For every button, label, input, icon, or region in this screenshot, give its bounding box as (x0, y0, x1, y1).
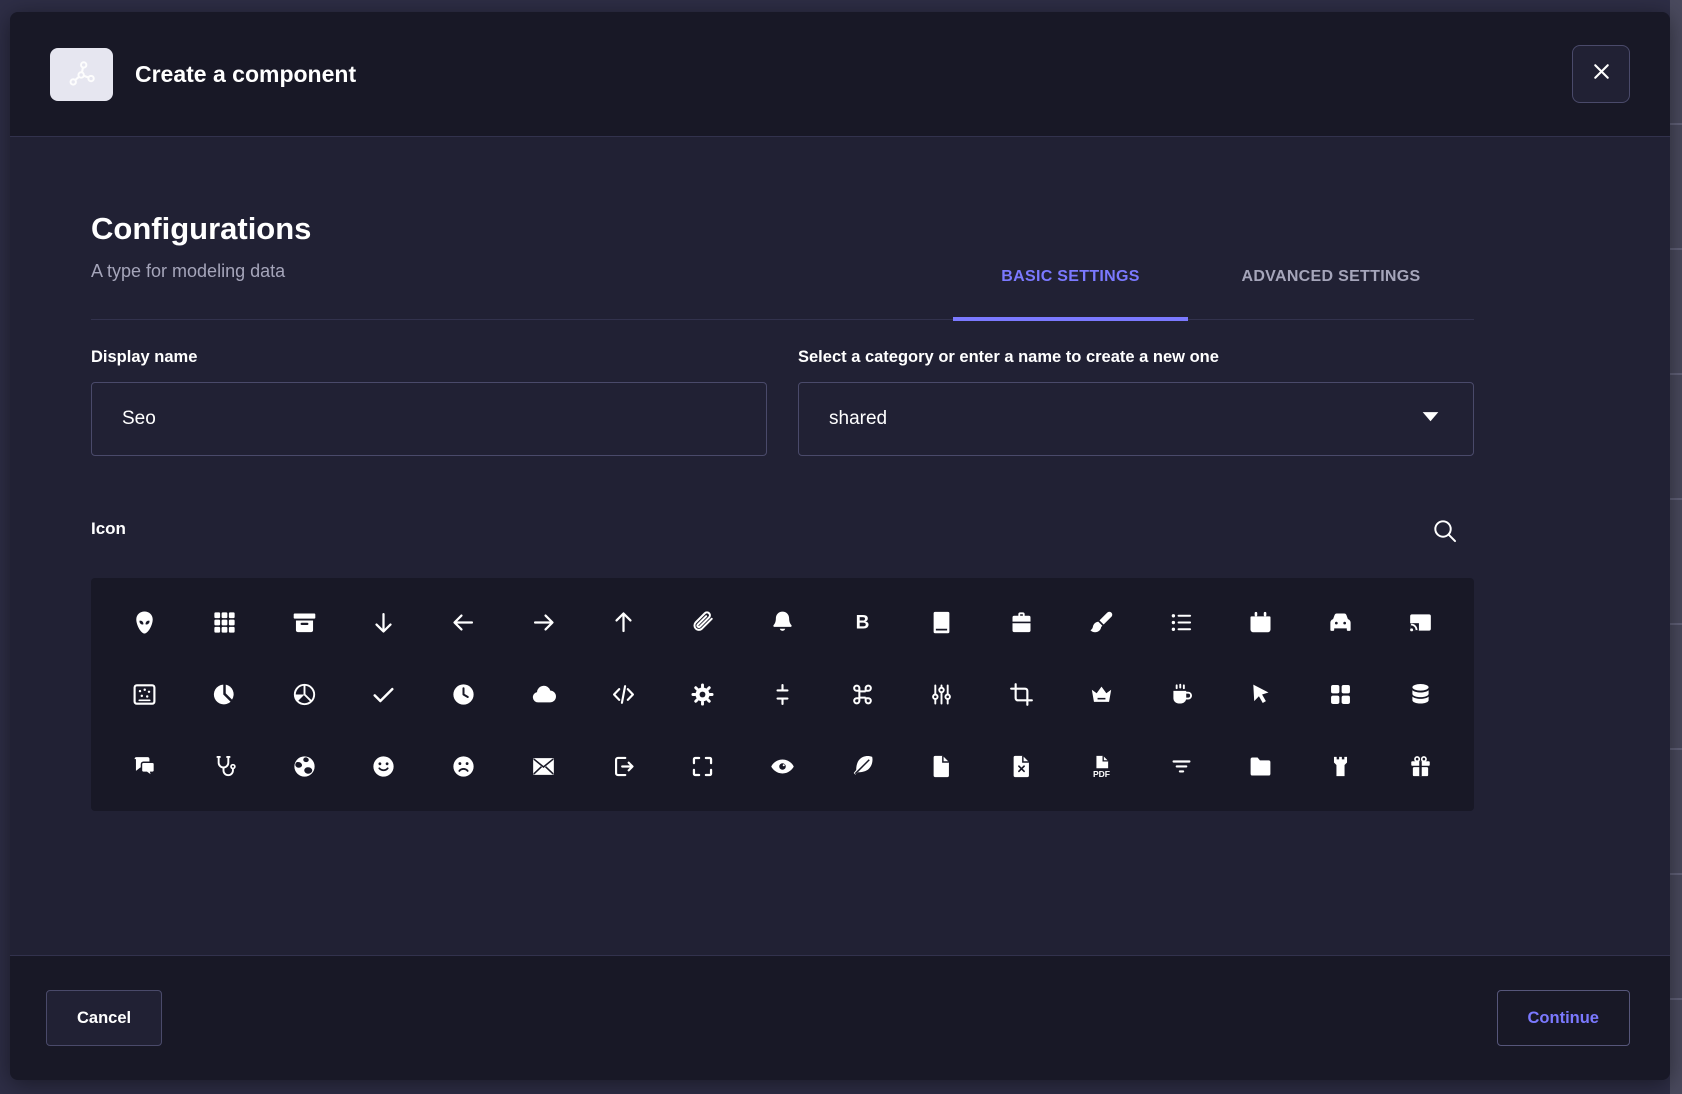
tab-basic-settings-label: BASIC SETTINGS (1001, 268, 1139, 286)
category-select-value: shared (829, 408, 1418, 430)
folder-icon[interactable] (1221, 731, 1301, 803)
create-component-modal: Create a component Configurations A type… (10, 12, 1670, 1080)
cast-icon[interactable] (1380, 586, 1460, 658)
apps-icon[interactable] (185, 586, 265, 658)
calendar-icon[interactable] (1221, 586, 1301, 658)
eye-icon[interactable] (743, 731, 823, 803)
modal-header: Create a component (10, 12, 1670, 137)
gate-icon[interactable] (1301, 731, 1381, 803)
component-icon (50, 48, 113, 101)
filter-icon[interactable] (1141, 731, 1221, 803)
cursor-icon[interactable] (1221, 658, 1301, 730)
page-subtitle: A type for modeling data (91, 261, 285, 282)
alien-icon[interactable] (105, 586, 185, 658)
cog-icon[interactable] (663, 658, 743, 730)
settings-tabs: BASIC SETTINGS ADVANCED SETTINGS (953, 233, 1474, 320)
expand-icon[interactable] (663, 731, 743, 803)
file-pdf-icon[interactable]: PDF (1061, 731, 1141, 803)
briefcase-icon[interactable] (982, 586, 1062, 658)
arrow-right-icon[interactable] (504, 586, 584, 658)
close-icon (1589, 59, 1614, 89)
envelop-icon[interactable] (504, 731, 584, 803)
archive-icon[interactable] (264, 586, 344, 658)
close-button[interactable] (1572, 45, 1630, 103)
discuss-icon[interactable] (105, 731, 185, 803)
chart-bubble-icon[interactable] (105, 658, 185, 730)
dashboard-icon[interactable] (1301, 658, 1381, 730)
tab-advanced-settings[interactable]: ADVANCED SETTINGS (1188, 233, 1474, 320)
attachment-icon[interactable] (663, 586, 743, 658)
chart-pie-icon[interactable] (264, 658, 344, 730)
tab-basic-settings[interactable]: BASIC SETTINGS (953, 233, 1188, 320)
arrow-left-icon[interactable] (424, 586, 504, 658)
icon-section-label: Icon (91, 519, 126, 539)
check-icon[interactable] (344, 658, 424, 730)
gift-icon[interactable] (1380, 731, 1460, 803)
file-error-icon[interactable] (982, 731, 1062, 803)
continue-button[interactable]: Continue (1497, 990, 1631, 1046)
code-icon[interactable] (583, 658, 663, 730)
modal-title: Create a component (135, 61, 356, 88)
connector-icon[interactable] (902, 658, 982, 730)
chevron-down-icon (1418, 404, 1443, 434)
emotion-unhappy-icon[interactable] (424, 731, 504, 803)
brush-icon[interactable] (1061, 586, 1141, 658)
bullet-list-icon[interactable] (1141, 586, 1221, 658)
search-icon[interactable] (1431, 517, 1459, 545)
earth-icon[interactable] (264, 731, 344, 803)
car-icon[interactable] (1301, 586, 1381, 658)
modal-body: Configurations A type for modeling data … (10, 137, 1670, 955)
cup-icon[interactable] (1141, 658, 1221, 730)
modal-footer: Cancel Continue (10, 955, 1670, 1080)
category-label: Select a category or enter a name to cre… (798, 348, 1219, 367)
display-name-input[interactable] (91, 382, 767, 456)
arrow-up-icon[interactable] (583, 586, 663, 658)
icon-picker-grid: B PDF (91, 578, 1474, 811)
emotion-happy-icon[interactable] (344, 731, 424, 803)
exit-icon[interactable] (583, 731, 663, 803)
crown-icon[interactable] (1061, 658, 1141, 730)
category-select[interactable]: shared (798, 382, 1474, 456)
cloud-icon[interactable] (504, 658, 584, 730)
bold-icon[interactable]: B (822, 586, 902, 658)
feather-icon[interactable] (822, 731, 902, 803)
doctor-icon[interactable] (185, 731, 265, 803)
cancel-button[interactable]: Cancel (46, 990, 162, 1046)
svg-text:PDF: PDF (1093, 769, 1110, 779)
page-title: Configurations (91, 211, 311, 247)
active-tab-underline (953, 317, 1188, 321)
crop-icon[interactable] (982, 658, 1062, 730)
collapse-icon[interactable] (743, 658, 823, 730)
book-icon[interactable] (902, 586, 982, 658)
arrow-down-icon[interactable] (344, 586, 424, 658)
file-icon[interactable] (902, 731, 982, 803)
chart-circle-icon[interactable] (185, 658, 265, 730)
clock-icon[interactable] (424, 658, 504, 730)
background-page-sliver (1670, 0, 1682, 1094)
database-icon[interactable] (1380, 658, 1460, 730)
tab-advanced-settings-label: ADVANCED SETTINGS (1241, 268, 1420, 286)
bell-icon[interactable] (743, 586, 823, 658)
display-name-label: Display name (91, 348, 197, 367)
command-icon[interactable] (822, 658, 902, 730)
svg-text:B: B (855, 612, 869, 633)
